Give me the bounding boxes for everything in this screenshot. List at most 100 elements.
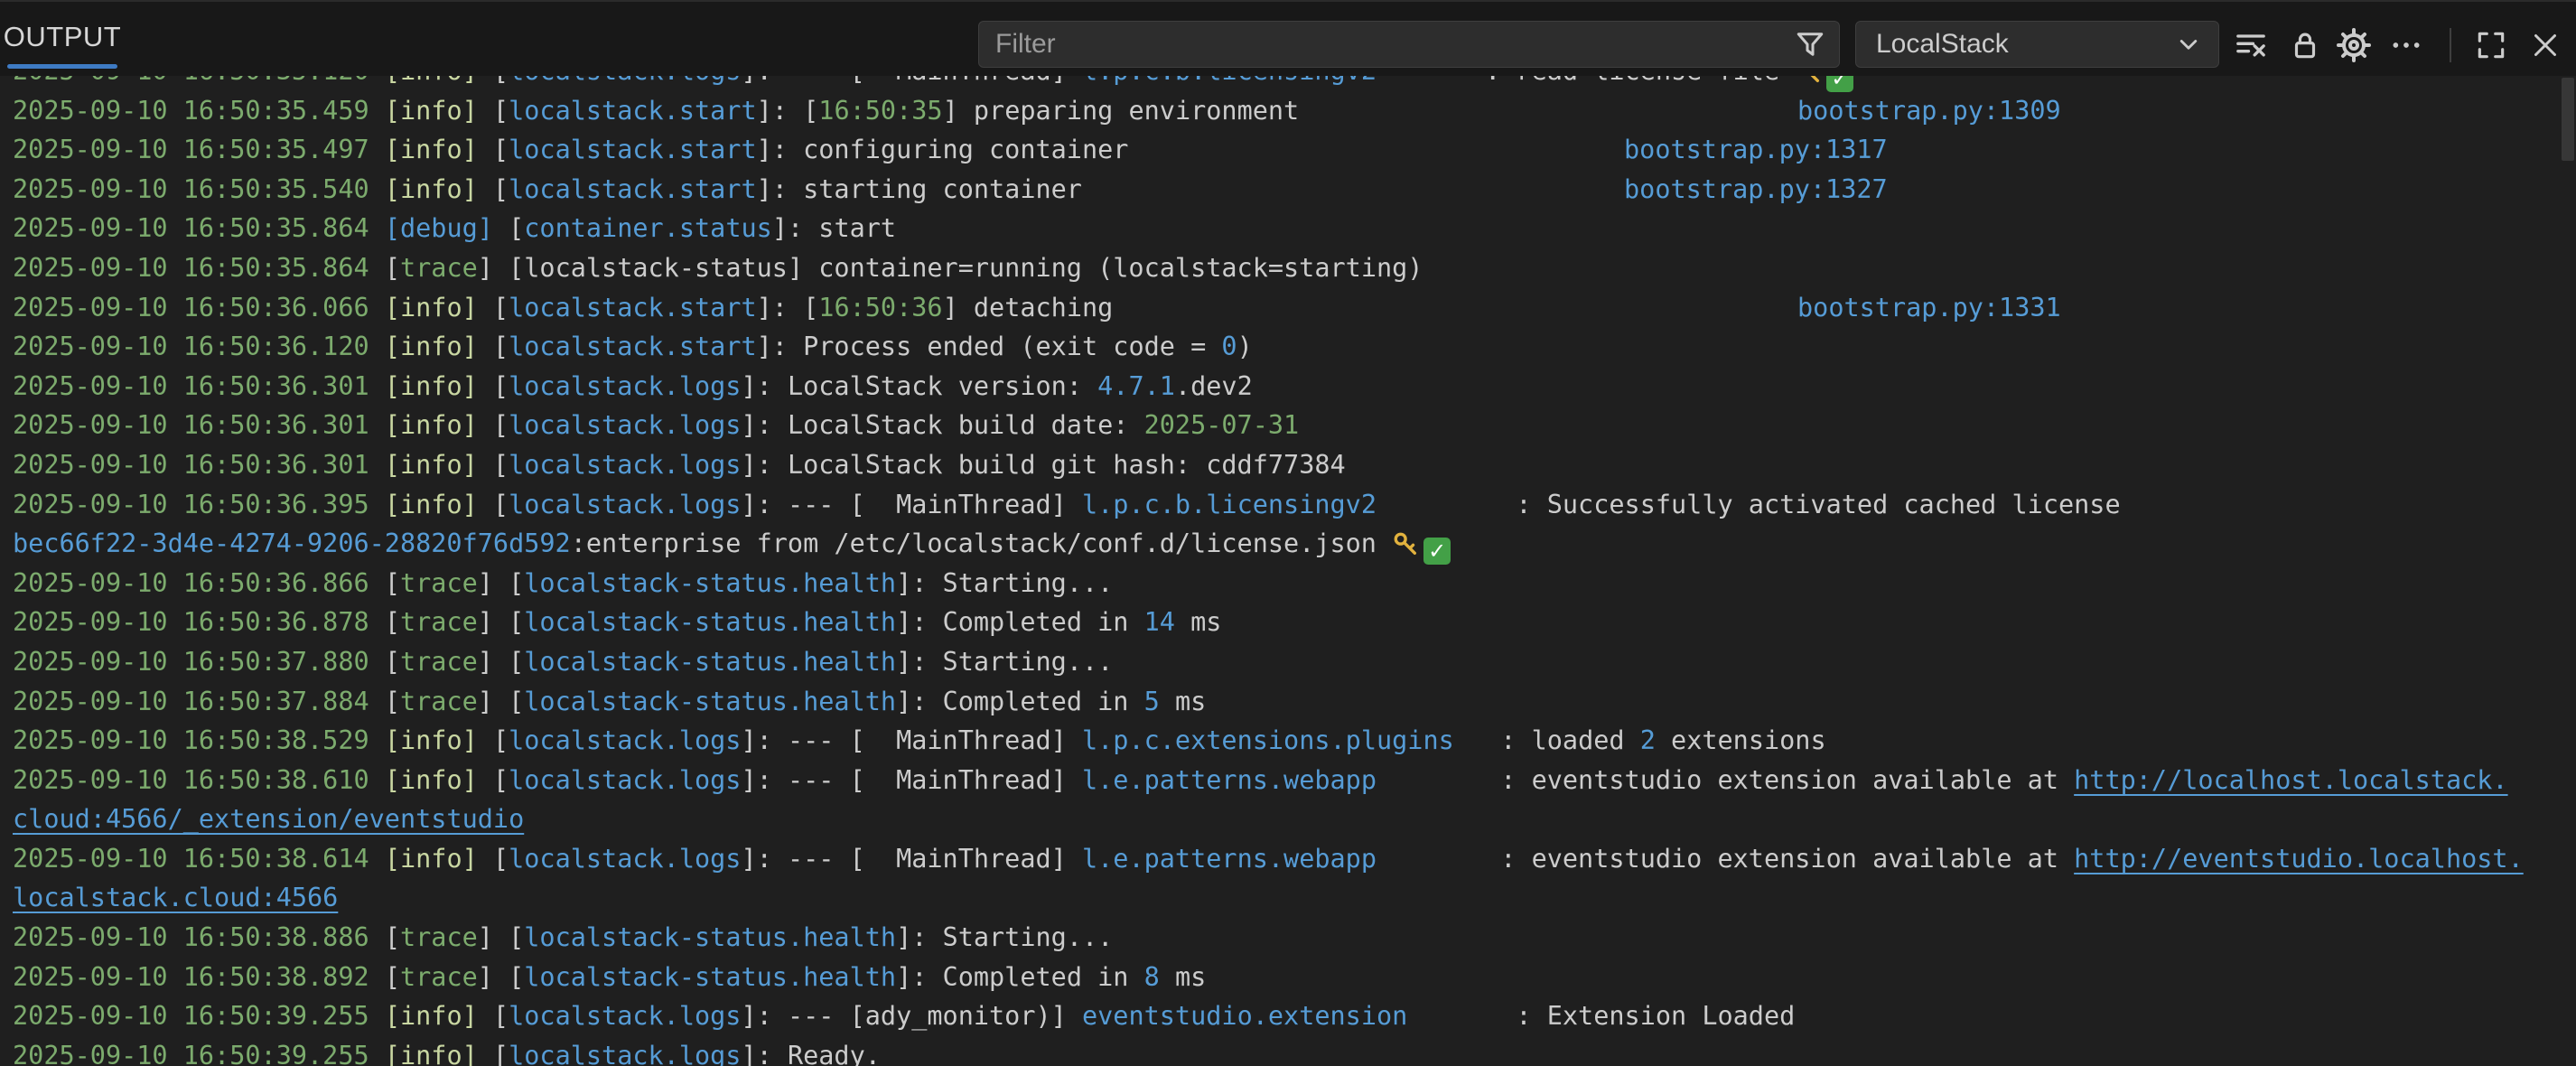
close-panel-button[interactable] xyxy=(2525,24,2566,66)
source-location-link[interactable]: bootstrap.py:1317 xyxy=(1624,130,1888,170)
log-line: cloud:4566/_extension/eventstudio xyxy=(13,800,2563,839)
url-link[interactable]: http://localhost.localstack. xyxy=(2074,765,2507,795)
log-segment-trace: trace xyxy=(400,922,478,952)
log-segment-w: [ xyxy=(493,76,509,86)
lock-button[interactable] xyxy=(2284,24,2326,66)
log-segment-w: ] [ xyxy=(478,607,524,637)
log-segment-info: [info] xyxy=(385,371,493,401)
more-icon xyxy=(2388,27,2424,63)
log-segment-w: ] [ xyxy=(478,647,524,677)
log-segment-w: : Successfully activated cached license xyxy=(1377,490,2121,519)
log-segment-w: ]: LocalStack version: xyxy=(741,371,1097,401)
log-segment-trace: trace xyxy=(400,962,478,992)
log-segment-mod: l.p.c.b.licensingv2 xyxy=(1082,490,1377,519)
filter-box xyxy=(978,21,1840,68)
tab-output-label: OUTPUT xyxy=(4,21,121,53)
log-segment-w: [ xyxy=(385,922,400,952)
log-segment-w: [ xyxy=(493,490,509,519)
log-segment-mod: bec66f22-3d4e-4274-9206-28820f76d592 xyxy=(13,528,571,558)
log-segment-ts: 2025-09-10 16:50:36.120 xyxy=(13,332,385,361)
log-segment-num: 4.7.1 xyxy=(1097,371,1175,401)
log-segment-w: ]: Process ended (exit code = xyxy=(757,332,1222,361)
log-segment-w: ]: start xyxy=(772,213,896,243)
log-segment-ts: 2025-09-10 16:50:35.864 xyxy=(13,253,385,283)
log-segment-w: ]: starting container xyxy=(757,174,1082,204)
log-segment-debug: [debug] xyxy=(385,213,509,243)
log-segment-mod: localstack.logs xyxy=(509,76,741,86)
log-segment-w: [ xyxy=(493,1001,509,1031)
log-segment-mod: localstack.logs xyxy=(509,1041,741,1066)
log-segment-trace: trace xyxy=(400,647,478,677)
log-segment-w: [ xyxy=(385,607,400,637)
log-segment-ts: 2025-09-10 16:50:38.529 xyxy=(13,725,385,755)
clear-output-button[interactable] xyxy=(2230,24,2272,66)
log-segment-w: : eventstudio extension available at xyxy=(1377,844,2074,874)
log-segment-w: ms xyxy=(1160,962,1206,992)
url-link[interactable]: localstack.cloud:4566 xyxy=(13,883,338,912)
active-tab-indicator xyxy=(7,64,117,69)
log-segment-info: [info] xyxy=(385,450,493,480)
log-line: 2025-09-10 16:50:36.120 [info] [localsta… xyxy=(13,327,2563,367)
log-segment-w: ]: --- [ MainThread] xyxy=(741,765,1082,795)
log-segment-w: [ xyxy=(493,332,509,361)
settings-button[interactable] xyxy=(2333,24,2375,66)
log-segment-w: ]: Starting... xyxy=(896,922,1113,952)
log-segment-ts: 2025-09-10 16:50:35.459 xyxy=(13,96,385,126)
maximize-panel-icon xyxy=(2474,28,2508,62)
log-segment-mod: l.p.c.b.licensingv2 xyxy=(1082,76,1377,86)
log-segment-info: [info] xyxy=(385,76,493,86)
log-line: 2025-09-10 16:50:36.301 [info] [localsta… xyxy=(13,367,2563,407)
log-segment-w: ]: --- [ MainThread] xyxy=(741,844,1082,874)
log-segment-w: ]: [ xyxy=(757,293,819,323)
filter-funnel-icon[interactable] xyxy=(1792,26,1828,62)
chevron-down-icon xyxy=(2173,29,2204,60)
log-segment-w: ]: Completed in xyxy=(896,962,1144,992)
log-line: 2025-09-10 16:50:37.884 [trace] [localst… xyxy=(13,682,2563,722)
tab-output[interactable]: OUTPUT xyxy=(7,2,117,72)
log-line: 2025-09-10 16:50:35.459 [info] [localsta… xyxy=(13,91,2563,131)
toolbar-divider xyxy=(2450,28,2451,62)
url-link[interactable]: cloud:4566/_extension/eventstudio xyxy=(13,804,524,834)
log-segment-ts: 2025-09-10 16:50:36.066 xyxy=(13,293,385,323)
source-location-link[interactable]: bootstrap.py:1309 xyxy=(1797,91,2061,131)
log-segment-ts: 2025-09-10 16:50:38.614 xyxy=(13,844,385,874)
lock-icon xyxy=(2288,28,2322,62)
log-segment-w: [ xyxy=(493,135,509,164)
source-location-link[interactable]: bootstrap.py:1327 xyxy=(1624,170,1888,210)
log-segment-w: ] [ xyxy=(478,568,524,598)
log-segment-w: ]: --- [ MainThread] xyxy=(741,725,1082,755)
log-segment-mod: container.status xyxy=(524,213,772,243)
log-segment-w: ] detaching xyxy=(943,293,1114,323)
log-segment-ts: 2025-09-10 16:50:35.864 xyxy=(13,213,385,243)
log-line: 2025-09-10 16:50:38.892 [trace] [localst… xyxy=(13,958,2563,997)
log-segment-w: ms xyxy=(1175,607,1221,637)
log-segment-ts: 2025-09-10 16:50:36.301 xyxy=(13,450,385,480)
log-line: 2025-09-10 16:50:38.886 [trace] [localst… xyxy=(13,918,2563,958)
log-segment-mod: localstack.logs xyxy=(509,450,741,480)
log-segment-w: : read license file xyxy=(1377,76,1795,86)
filter-input[interactable] xyxy=(994,28,1792,61)
log-segment-w: ] preparing environment xyxy=(943,96,1300,126)
log-line: 2025-09-10 16:50:39.255 [info] [localsta… xyxy=(13,996,2563,1036)
log-segment-ts: 2025-09-10 16:50:35.497 xyxy=(13,135,385,164)
log-line: 2025-09-10 16:50:35.497 [info] [localsta… xyxy=(13,130,2563,170)
more-actions-button[interactable] xyxy=(2385,24,2427,66)
source-location-link[interactable]: bootstrap.py:1331 xyxy=(1797,288,2061,328)
log-segment-mod: l.e.patterns.webapp xyxy=(1082,844,1377,874)
log-segment-info: [info] xyxy=(385,332,493,361)
log-segment-info: [info] xyxy=(385,293,493,323)
log-segment-date: 16:50:35 xyxy=(818,96,942,126)
log-segment-mod: eventstudio.extension xyxy=(1082,1001,1407,1031)
vertical-scrollbar-thumb[interactable] xyxy=(2562,78,2574,161)
log-segment-mod: localstack.start xyxy=(509,96,757,126)
maximize-panel-button[interactable] xyxy=(2470,24,2512,66)
log-segment-num: 0 xyxy=(1221,332,1237,361)
log-segment-w: ] [ xyxy=(478,687,524,716)
log-line: 2025-09-10 16:50:35.864 [trace] [localst… xyxy=(13,248,2563,288)
output-channel-select[interactable]: LocalStack xyxy=(1855,21,2219,68)
log-segment-w: ]: --- [ady_monitor)] xyxy=(741,1001,1082,1031)
log-segment-info: [info] xyxy=(385,490,493,519)
url-link[interactable]: http://eventstudio.localhost. xyxy=(2074,844,2524,874)
log-segment-mod: localstack.start xyxy=(509,135,757,164)
log-segment-info: [info] xyxy=(385,844,493,874)
